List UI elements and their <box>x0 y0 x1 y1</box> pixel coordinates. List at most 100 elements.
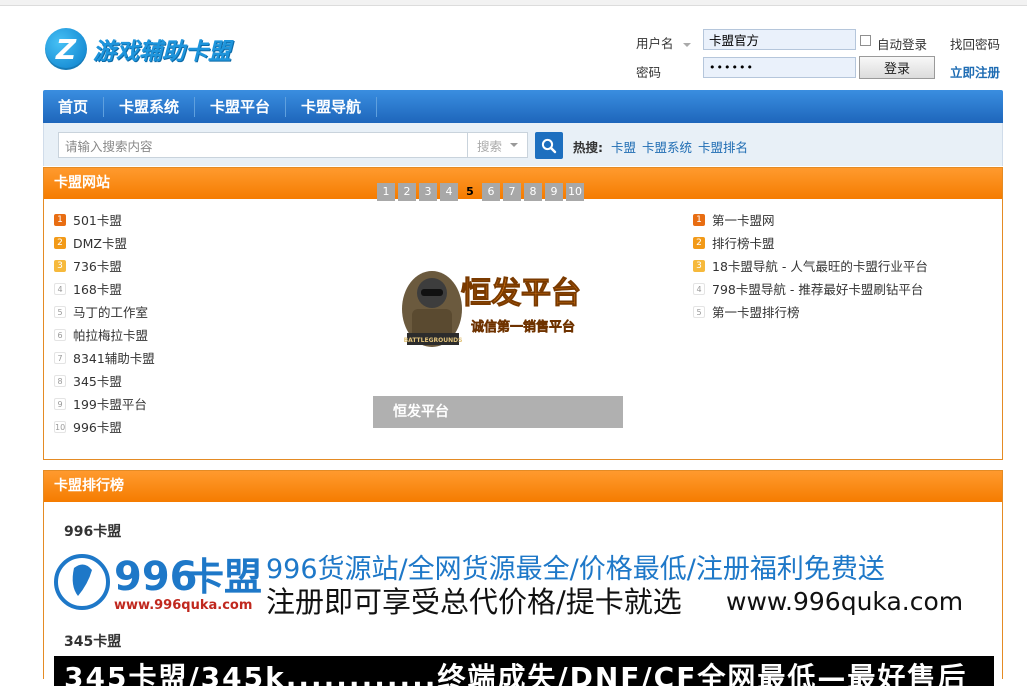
rank-badge: 7 <box>54 351 66 364</box>
pubg-character-icon: BATTLEGROUNDS 恒发平台 诚信第一销售平台 <box>402 271 582 347</box>
password-label: 密码 <box>636 65 662 80</box>
auto-login-checkbox[interactable] <box>860 35 871 46</box>
site-name[interactable]: 8341辅助卡盟 <box>73 348 155 367</box>
search-button[interactable] <box>535 132 563 159</box>
logo-text: 游戏辅助卡盟 <box>93 39 231 65</box>
search-icon <box>541 138 557 153</box>
forgot-password-link[interactable]: 找回密码 <box>950 34 1000 53</box>
nav-card-platform[interactable]: 卡盟平台 <box>195 96 287 117</box>
banner-line1: 996货源站/全网货源最全/价格最低/注册福利免费送 <box>266 554 885 585</box>
page-button[interactable]: 1 <box>377 183 395 201</box>
password-field[interactable]: •••••• <box>703 57 856 78</box>
hot-link-ranking[interactable]: 卡盟排名 <box>698 137 748 156</box>
list-item[interactable]: 2 排行榜卡盟 <box>693 231 928 254</box>
right-site-list: 1 第一卡盟网 2 排行榜卡盟 3 18卡盟导航 - 人气最旺的卡盟行业平台 4 798… <box>693 208 928 323</box>
site-name[interactable]: 168卡盟 <box>73 279 122 298</box>
banner-logo-url: www.996quka.com <box>114 598 252 613</box>
list-item[interactable]: 10 996卡盟 <box>54 415 155 438</box>
banner-logo-number: 996 <box>114 554 198 600</box>
site-logo[interactable]: Z 游戏辅助卡盟 <box>45 27 231 71</box>
rank-badge: 2 <box>693 236 705 249</box>
list-item[interactable]: 4 168卡盟 <box>54 277 155 300</box>
list-item[interactable]: 9 199卡盟平台 <box>54 392 155 415</box>
page-button[interactable]: 3 <box>419 183 437 201</box>
logo-mark: Z <box>45 28 87 70</box>
page-button[interactable]: 8 <box>524 183 542 201</box>
list-item[interactable]: 5 第一卡盟排行榜 <box>693 300 928 323</box>
entry-title-996[interactable]: 996卡盟 <box>64 521 121 541</box>
rank-badge: 1 <box>693 213 705 226</box>
page-button[interactable]: 9 <box>545 183 563 201</box>
page-button[interactable]: 4 <box>440 183 458 201</box>
rank-badge: 9 <box>54 397 66 410</box>
list-item[interactable]: 1 第一卡盟网 <box>693 208 928 231</box>
top-border <box>0 0 1027 6</box>
list-item[interactable]: 4 798卡盟导航 - 推荐最好卡盟刷钻平台 <box>693 277 928 300</box>
banner-line2a: 注册即可享受总代价格/提卡就选 <box>266 585 682 616</box>
nav-home[interactable]: 首页 <box>43 96 105 117</box>
search-type-select[interactable]: 搜索 <box>467 132 528 158</box>
slide-caption[interactable]: 恒发平台 <box>373 396 623 428</box>
list-item[interactable]: 5 马丁的工作室 <box>54 300 155 323</box>
search-input[interactable]: 请输入搜索内容 <box>58 132 468 158</box>
rank-badge: 10 <box>54 420 66 433</box>
register-link[interactable]: 立即注册 <box>950 62 1000 81</box>
site-name[interactable]: DMZ卡盟 <box>73 233 127 252</box>
rank-badge: 5 <box>693 305 705 318</box>
site-name[interactable]: 18卡盟导航 - 人气最旺的卡盟行业平台 <box>712 256 928 275</box>
site-name[interactable]: 996卡盟 <box>73 417 122 436</box>
slide-title: 恒发平台 <box>461 276 581 311</box>
site-name[interactable]: 798卡盟导航 - 推荐最好卡盟刷钻平台 <box>712 279 923 298</box>
sites-panel: 卡盟网站 1 501卡盟 2 DMZ卡盟 3 736卡盟 4 168卡盟 5 马丁的工作室… <box>43 167 1003 460</box>
search-bar: 请输入搜索内容 搜索 热搜: 卡盟 卡盟系统 卡盟排名 <box>43 123 1003 166</box>
main-nav: 首页 卡盟系统 卡盟平台 卡盟导航 <box>43 90 1003 123</box>
nav-card-navigation[interactable]: 卡盟导航 <box>286 96 378 117</box>
site-name[interactable]: 736卡盟 <box>73 256 122 275</box>
chevron-down-icon <box>682 42 691 47</box>
rank-badge: 4 <box>693 282 705 295</box>
page-button[interactable]: 2 <box>398 183 416 201</box>
list-item[interactable]: 2 DMZ卡盟 <box>54 231 155 254</box>
username-label: 用户名 <box>636 33 691 52</box>
slide-banner-image[interactable]: BATTLEGROUNDS 恒发平台 诚信第一销售平台 <box>399 263 599 353</box>
banner-345[interactable]: 345卡盟/345k............终端成失/DNF/CF全网最低—最好… <box>54 656 994 686</box>
chevron-down-icon <box>510 143 519 147</box>
rank-badge: 3 <box>54 259 66 272</box>
site-name[interactable]: 345卡盟 <box>73 371 122 390</box>
ranking-panel-title: 卡盟排行榜 <box>44 471 1002 502</box>
site-name[interactable]: 排行榜卡盟 <box>712 233 775 252</box>
banner-996[interactable]: 996 卡盟 www.996quka.com 996货源站/全网货源最全/价格最… <box>54 546 994 624</box>
list-item[interactable]: 1 501卡盟 <box>54 208 155 231</box>
slide-pager: 1 2 3 4 5 6 7 8 9 10 <box>377 183 587 201</box>
ranking-panel: 卡盟排行榜 996卡盟 996 卡盟 www.996quka.com 996货源… <box>43 470 1003 686</box>
hot-link-system[interactable]: 卡盟系统 <box>642 137 692 156</box>
site-name[interactable]: 199卡盟平台 <box>73 394 147 413</box>
banner-line2b: www.996quka.com <box>726 587 963 616</box>
list-item[interactable]: 8 345卡盟 <box>54 369 155 392</box>
banner-logo-word: 卡盟 <box>186 555 262 599</box>
auto-login-label[interactable]: 自动登录 <box>877 34 927 53</box>
list-item[interactable]: 7 8341辅助卡盟 <box>54 346 155 369</box>
page-button[interactable]: 6 <box>482 183 500 201</box>
left-site-list: 1 501卡盟 2 DMZ卡盟 3 736卡盟 4 168卡盟 5 马丁的工作室 6 帕拉梅… <box>54 208 155 438</box>
rank-badge: 3 <box>693 259 705 272</box>
rank-badge: 1 <box>54 213 66 226</box>
site-name[interactable]: 帕拉梅拉卡盟 <box>73 325 148 344</box>
site-name[interactable]: 马丁的工作室 <box>73 302 148 321</box>
username-field[interactable]: 卡盟官方 <box>703 29 856 50</box>
list-item[interactable]: 6 帕拉梅拉卡盟 <box>54 323 155 346</box>
nav-card-system[interactable]: 卡盟系统 <box>104 96 196 117</box>
banner-345-text: 345卡盟/345k............终端成失/DNF/CF全网最低—最好… <box>64 661 968 686</box>
login-button[interactable]: 登录 <box>859 56 935 79</box>
page-button-active[interactable]: 5 <box>461 183 479 201</box>
site-name[interactable]: 第一卡盟排行榜 <box>712 302 800 321</box>
banner-996-graphic: 996 卡盟 www.996quka.com 996货源站/全网货源最全/价格最… <box>54 554 963 619</box>
entry-title-345[interactable]: 345卡盟 <box>64 631 121 651</box>
page-button[interactable]: 7 <box>503 183 521 201</box>
page-button[interactable]: 10 <box>566 183 584 201</box>
list-item[interactable]: 3 18卡盟导航 - 人气最旺的卡盟行业平台 <box>693 254 928 277</box>
list-item[interactable]: 3 736卡盟 <box>54 254 155 277</box>
site-name[interactable]: 501卡盟 <box>73 210 122 229</box>
site-name[interactable]: 第一卡盟网 <box>712 210 775 229</box>
hot-link-kameng[interactable]: 卡盟 <box>611 137 636 156</box>
